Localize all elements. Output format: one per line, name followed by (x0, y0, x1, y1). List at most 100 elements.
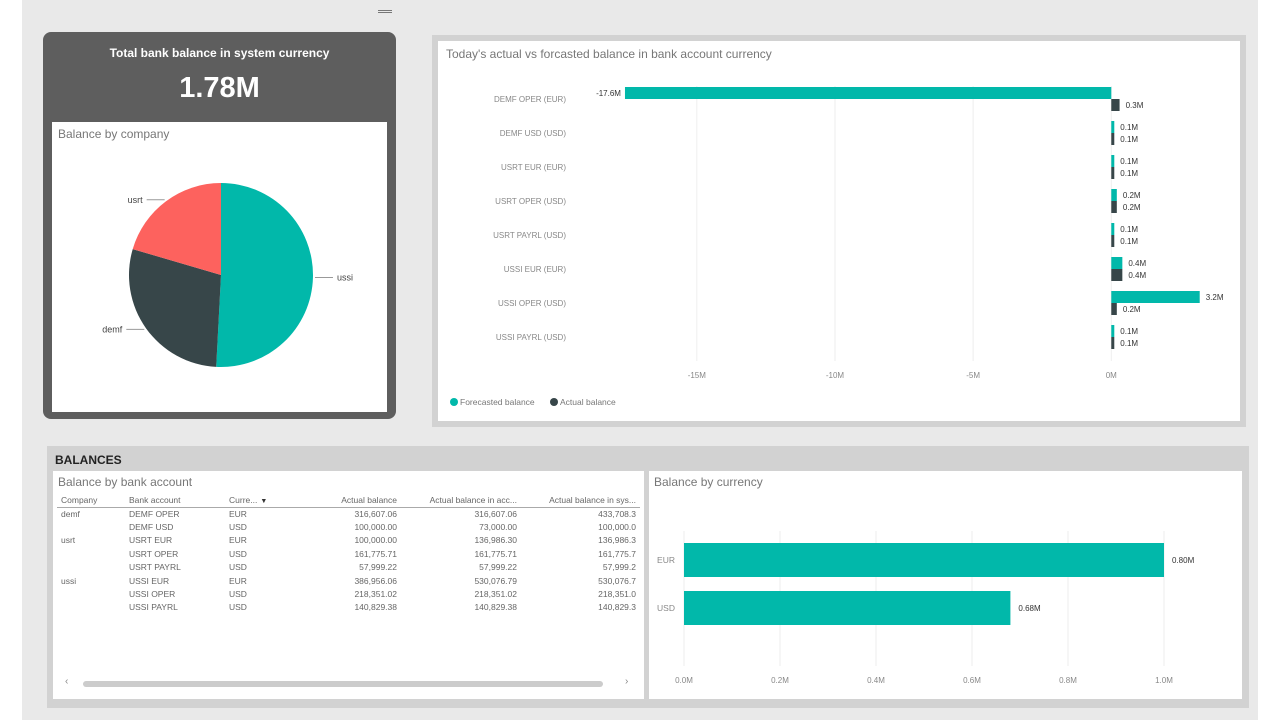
table-cell: 161,775.7 (598, 548, 636, 559)
column-header-company[interactable]: Company (57, 493, 125, 508)
legend-label[interactable]: Actual balance (560, 397, 616, 407)
bar-actual-balance-usrt-oper-usd[interactable] (1111, 201, 1117, 213)
bar-data-label: 0.80M (1172, 556, 1195, 565)
table-cell (57, 587, 125, 600)
table-cell: 316,607.06 (474, 508, 517, 519)
column-header-actual-balance[interactable]: Actual balance (281, 493, 401, 508)
scrollbar-thumb[interactable] (83, 681, 603, 687)
currency-bar-chart: 0.0M 0.2M 0.4M 0.6M 0.8M 1.0M EUR 0.80M USD 0.68M (657, 531, 1195, 685)
x-tick-label: -10M (826, 371, 845, 380)
category-label: DEMF OPER (EUR) (494, 95, 566, 104)
bar-forecasted-balance-usrt-payrl-usd[interactable] (1111, 223, 1115, 235)
table-row[interactable]: USSI PAYRL USD 140,829.38 140,829.38 140,829… (57, 601, 640, 614)
table-row[interactable]: usrt USRT EUR EUR 100,000.00 136,986.30 136,9… (57, 534, 640, 547)
bar-forecasted-balance-ussi-oper-usd[interactable] (1111, 291, 1200, 303)
horizontal-scrollbar[interactable]: ‹ › (61, 676, 639, 688)
table-cell: EUR (229, 508, 247, 519)
x-tick-label: 0.2M (771, 676, 789, 685)
pie-slice-ussi[interactable] (216, 183, 313, 367)
table-cell: 433,708.3 (598, 508, 636, 519)
table-cell: ussi (61, 575, 77, 586)
x-tick-label: 0.8M (1059, 676, 1077, 685)
table-cell: 136,986.3 (598, 535, 636, 546)
legend-marker-forecasted-balance[interactable] (450, 398, 458, 406)
forecast-chart-card[interactable]: Today's actual vs forcasted balance in b… (432, 35, 1246, 427)
category-label: USRT EUR (EUR) (501, 163, 566, 172)
bar-forecasted-balance-ussi-payrl-usd[interactable] (1111, 325, 1115, 337)
forecast-chart-panel: Today's actual vs forcasted balance in b… (438, 41, 1240, 421)
table-cell: USD (229, 602, 247, 613)
table-cell: USD (229, 562, 247, 573)
bar-eur[interactable] (684, 543, 1164, 577)
balance-table: Company Bank account Curre... ▼ Actual ba… (57, 493, 640, 614)
table-row[interactable]: USRT OPER USD 161,775.71 161,775.71 161,775.… (57, 547, 640, 560)
bar-usd[interactable] (684, 591, 1011, 625)
bar-data-label: 0.2M (1123, 191, 1141, 200)
bar-data-label: 0.2M (1123, 305, 1141, 314)
legend-label[interactable]: Forecasted balance (460, 397, 535, 407)
balance-table-title: Balance by bank account (58, 475, 193, 489)
table-row[interactable]: ussi USSI EUR EUR 386,956.06 530,076.79 530,0… (57, 574, 640, 587)
table-cell (57, 561, 125, 574)
table-cell: 218,351.02 (474, 589, 517, 600)
table-cell: 73,000.00 (479, 522, 517, 533)
table-cell: EUR (229, 535, 247, 546)
bar-actual-balance-ussi-eur-eur[interactable] (1111, 269, 1123, 281)
table-cell: 530,076.79 (474, 575, 517, 586)
kpi-card[interactable]: Total bank balance in system currency 1.… (43, 32, 396, 419)
column-header-actual-balance-account[interactable]: Actual balance in acc... (401, 493, 521, 508)
table-cell: 530,076.7 (598, 575, 636, 586)
legend-marker-actual-balance[interactable] (550, 398, 558, 406)
table-row[interactable]: DEMF USD USD 100,000.00 73,000.00 100,000.0 (57, 520, 640, 533)
x-tick-label: 0.0M (675, 676, 693, 685)
table-row[interactable]: USRT PAYRL USD 57,999.22 57,999.22 57,999.2 (57, 561, 640, 574)
table-cell: DEMF OPER (129, 508, 180, 519)
bar-forecasted-balance-usrt-oper-usd[interactable] (1111, 189, 1117, 201)
x-tick-label: 0M (1106, 371, 1117, 380)
sort-desc-icon[interactable]: ▼ (260, 498, 267, 505)
table-cell: USSI EUR (129, 575, 170, 586)
bar-actual-balance-ussi-oper-usd[interactable] (1111, 303, 1117, 315)
drag-handle-icon[interactable] (378, 10, 392, 13)
bar-actual-balance-demf-usd-usd[interactable] (1111, 133, 1115, 145)
bar-data-label: -17.6M (596, 89, 621, 98)
pie-chart: ussi demf usrt (102, 183, 353, 367)
table-cell: 57,999.22 (479, 562, 517, 573)
table-cell: 100,000.00 (354, 522, 397, 533)
table-cell: DEMF USD (129, 522, 174, 533)
table-cell: 218,351.02 (354, 589, 397, 600)
bar-forecasted-balance-ussi-eur-eur[interactable] (1111, 257, 1123, 269)
category-label: USSI OPER (USD) (498, 299, 566, 308)
table-cell: EUR (229, 575, 247, 586)
kpi-title: Total bank balance in system currency (109, 46, 330, 60)
bar-actual-balance-demf-oper-eur[interactable] (1111, 99, 1120, 111)
table-cell: 161,775.71 (354, 548, 397, 559)
column-header-currency-label: Curre... (229, 494, 258, 505)
pie-chart-panel[interactable]: Balance by company ussi demf usrt (52, 122, 387, 412)
column-header-currency[interactable]: Curre... ▼ (225, 493, 281, 508)
x-tick-label: -15M (688, 371, 707, 380)
bar-actual-balance-usrt-payrl-usd[interactable] (1111, 235, 1115, 247)
category-label: USSI PAYRL (USD) (496, 333, 566, 342)
bar-forecasted-balance-demf-oper-eur[interactable] (624, 87, 1112, 99)
bar-data-label: 3.2M (1206, 293, 1224, 302)
scroll-right-icon[interactable]: › (625, 676, 628, 687)
bar-actual-balance-usrt-eur-eur[interactable] (1111, 167, 1115, 179)
bar-data-label: 0.1M (1120, 157, 1138, 166)
scroll-left-icon[interactable]: ‹ (65, 676, 68, 687)
table-row[interactable]: demf DEMF OPER EUR 316,607.06 316,607.06 433,… (57, 507, 640, 520)
bar-forecasted-balance-demf-usd-usd[interactable] (1111, 121, 1115, 133)
bar-forecasted-balance-usrt-eur-eur[interactable] (1111, 155, 1115, 167)
bar-data-label: 0.68M (1018, 604, 1041, 613)
column-header-actual-balance-system[interactable]: Actual balance in sys... (521, 493, 640, 508)
table-cell: usrt (61, 535, 76, 546)
table-row[interactable]: USSI OPER USD 218,351.02 218,351.02 218,351.… (57, 587, 640, 600)
balance-table-panel[interactable]: Balance by bank account Company Bank acc… (53, 471, 644, 699)
table-cell: USSI OPER (129, 589, 176, 600)
x-tick-label: -5M (966, 371, 980, 380)
table-cell: USD (229, 522, 247, 533)
bar-actual-balance-ussi-payrl-usd[interactable] (1111, 337, 1115, 349)
column-header-bank-account[interactable]: Bank account (125, 493, 225, 508)
currency-chart-panel[interactable]: Balance by currency 0.0M 0.2M 0.4M 0.6M 0.8M… (649, 471, 1242, 699)
balances-section-title: BALANCES (55, 453, 122, 467)
